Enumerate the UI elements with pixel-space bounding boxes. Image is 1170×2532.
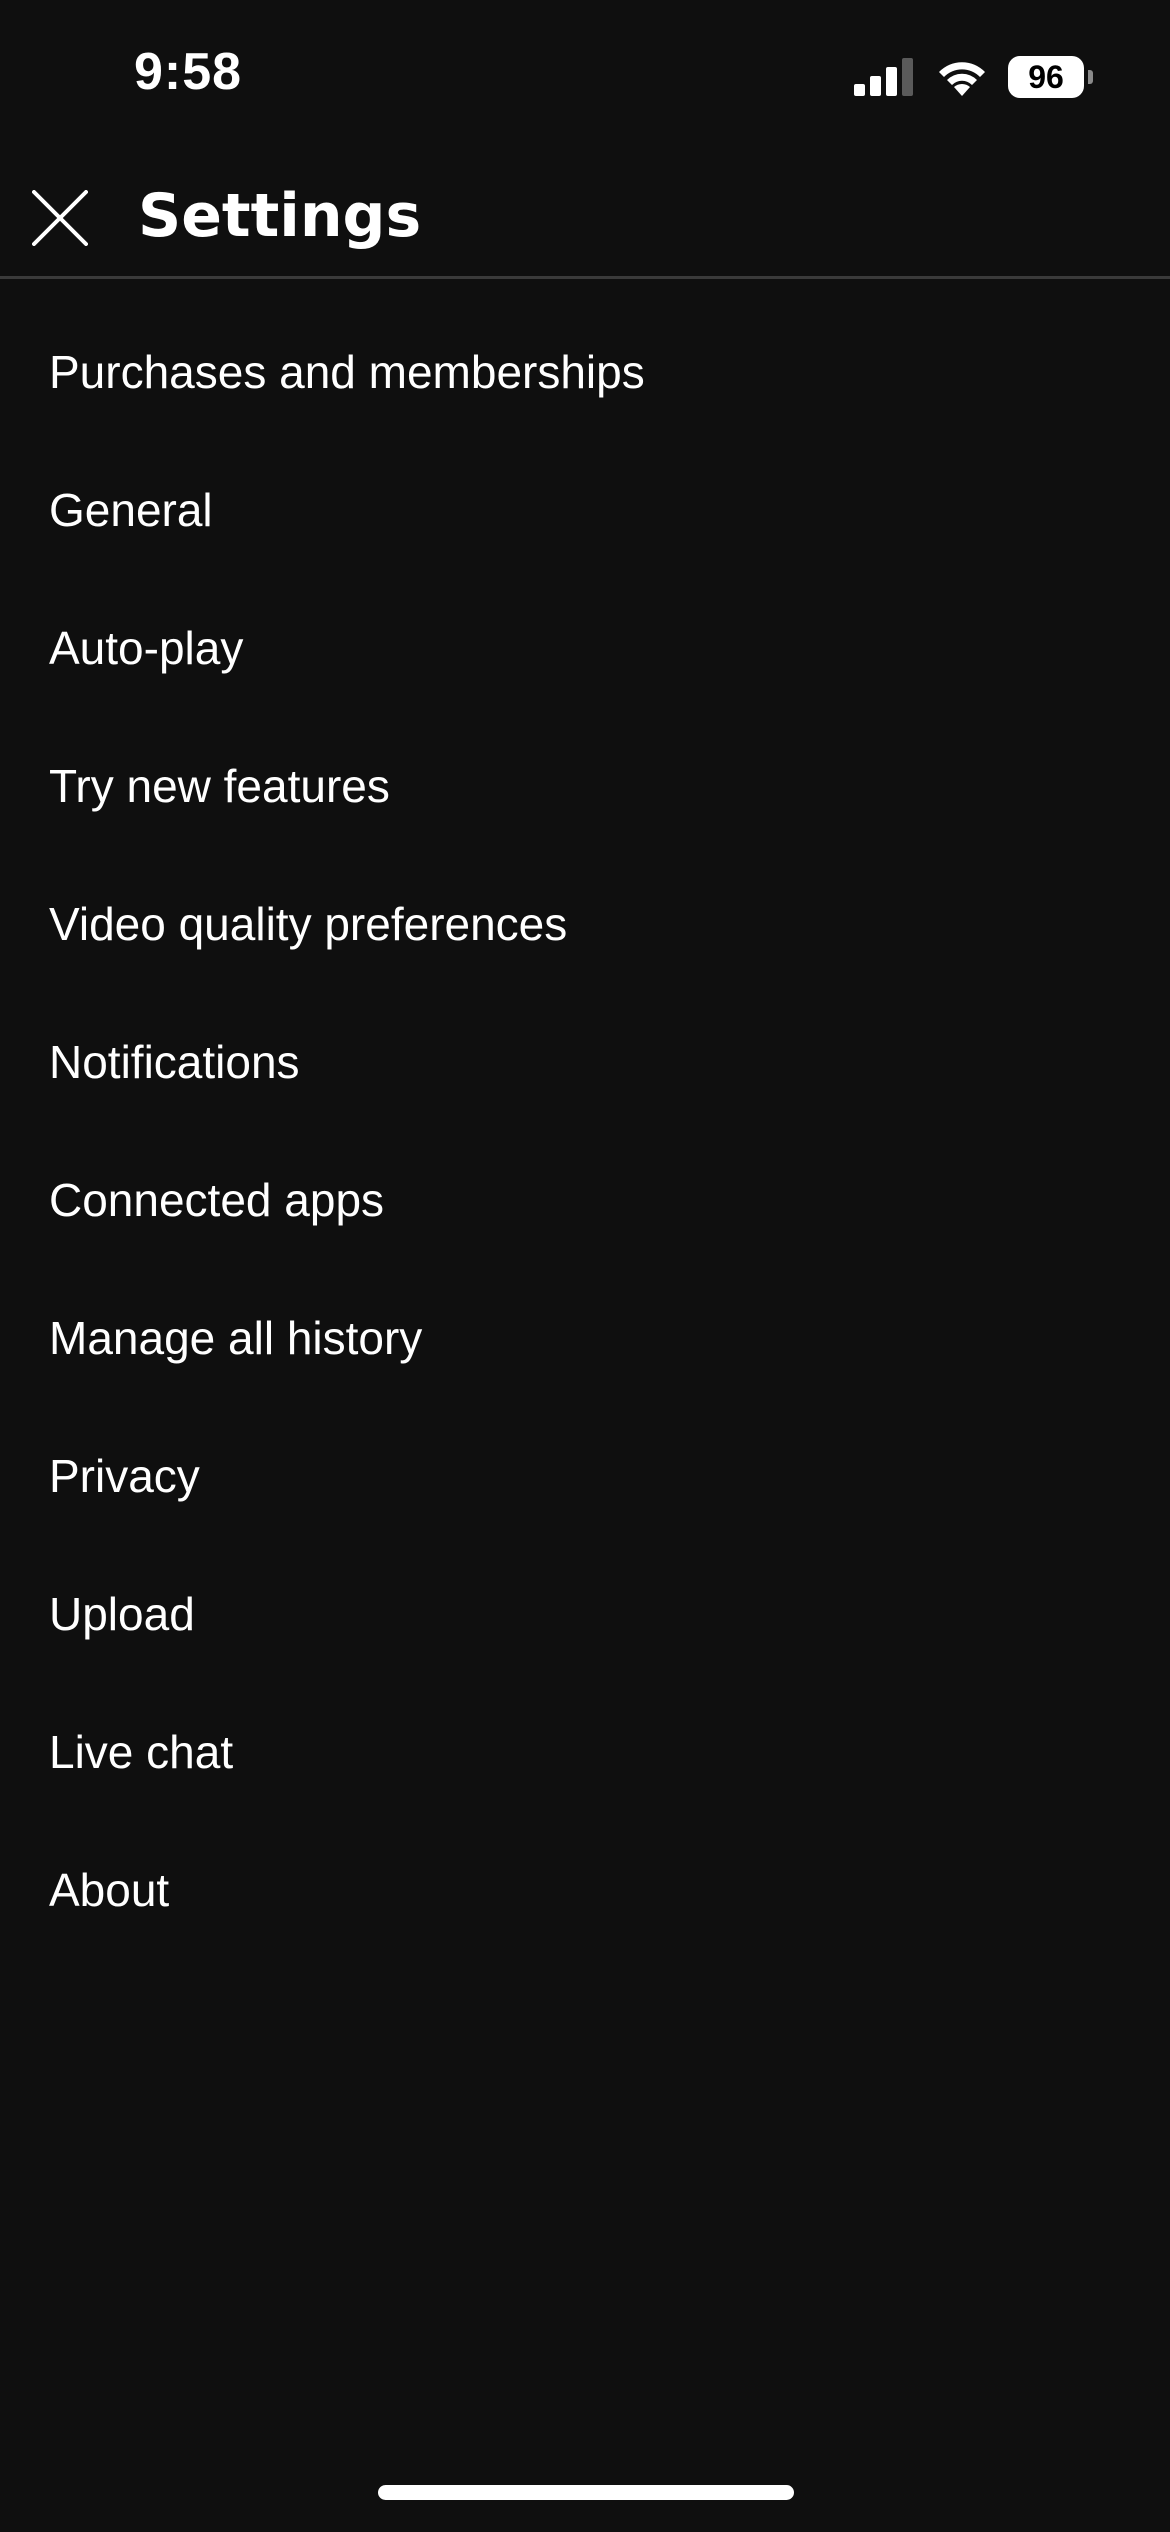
settings-menu: Purchases and memberships General Auto-p… <box>0 303 1170 1959</box>
menu-item-connected-apps[interactable]: Connected apps <box>0 1131 1170 1269</box>
menu-item-manage-all-history[interactable]: Manage all history <box>0 1269 1170 1407</box>
close-icon <box>32 190 88 246</box>
battery-indicator: 96 <box>1008 56 1093 98</box>
cellular-signal-icon <box>854 58 913 96</box>
battery-level: 96 <box>1008 56 1084 98</box>
menu-item-live-chat[interactable]: Live chat <box>0 1683 1170 1821</box>
page-title: Settings <box>138 181 422 251</box>
menu-item-privacy[interactable]: Privacy <box>0 1407 1170 1545</box>
battery-cap <box>1088 70 1093 84</box>
menu-item-general[interactable]: General <box>0 441 1170 579</box>
menu-item-auto-play[interactable]: Auto-play <box>0 579 1170 717</box>
status-time: 9:58 <box>134 43 243 101</box>
menu-item-video-quality-preferences[interactable]: Video quality preferences <box>0 855 1170 993</box>
menu-item-purchases-and-memberships[interactable]: Purchases and memberships <box>0 303 1170 441</box>
menu-item-about[interactable]: About <box>0 1821 1170 1959</box>
menu-item-upload[interactable]: Upload <box>0 1545 1170 1683</box>
header: Settings <box>0 150 1170 279</box>
menu-item-try-new-features[interactable]: Try new features <box>0 717 1170 855</box>
menu-item-notifications[interactable]: Notifications <box>0 993 1170 1131</box>
home-indicator[interactable] <box>378 2485 794 2500</box>
close-button[interactable] <box>20 176 100 256</box>
wifi-icon <box>939 62 985 96</box>
status-bar: 9:58 96 <box>0 0 1170 150</box>
